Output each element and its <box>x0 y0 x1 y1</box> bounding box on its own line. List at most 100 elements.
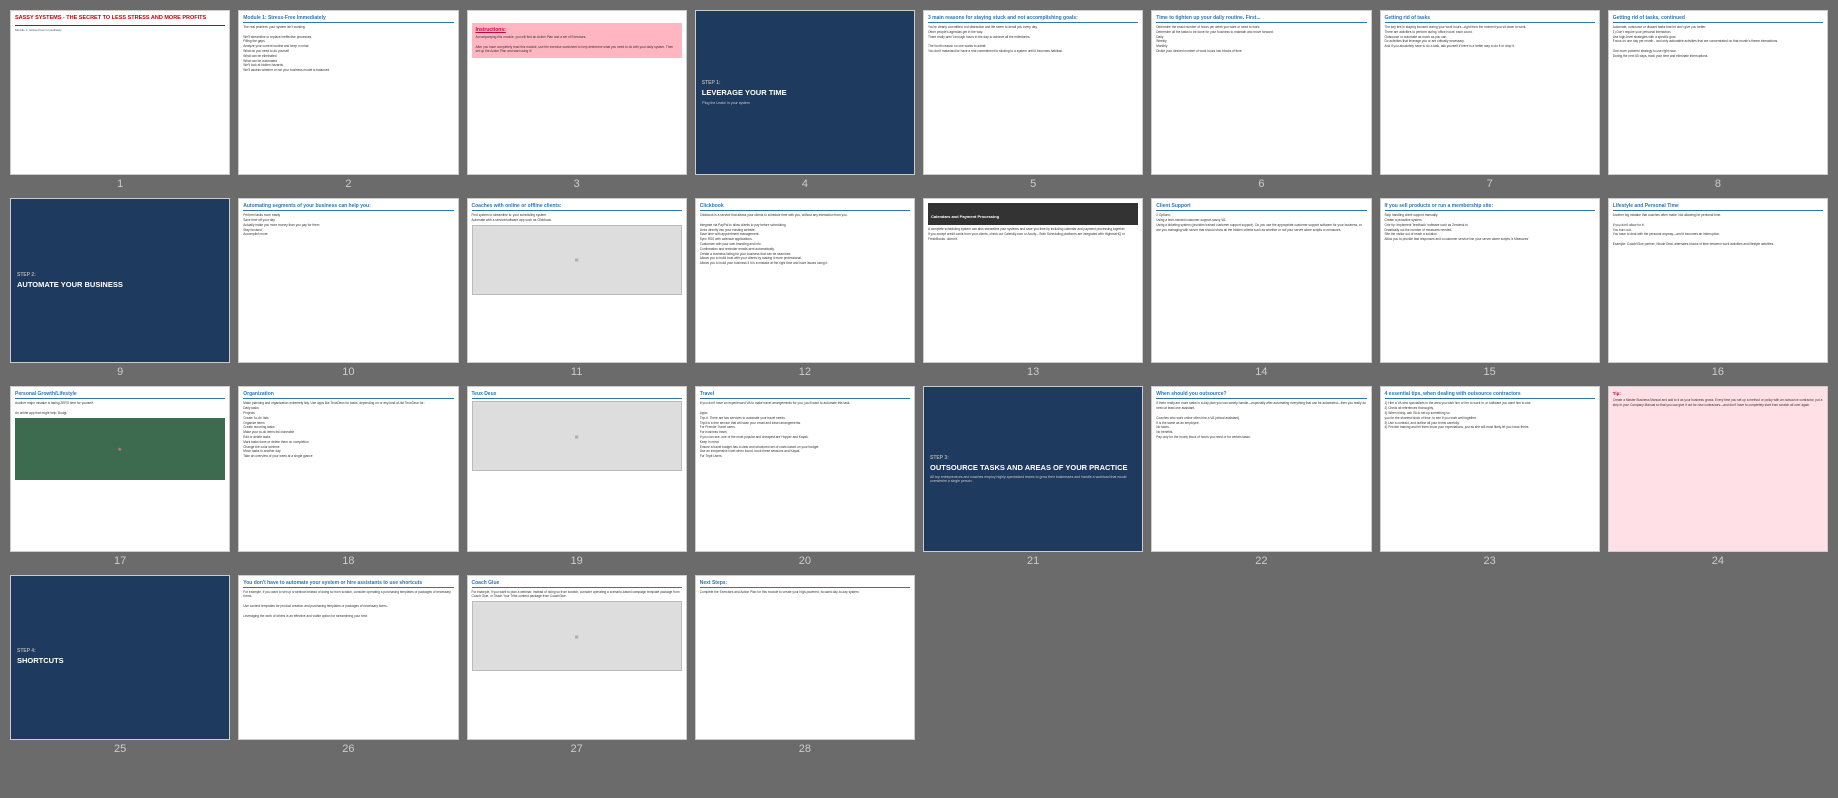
slide-wrapper-14: Client Support 2 Options:Using a tech-mi… <box>1151 198 1371 378</box>
slide-1[interactable]: SASSY SYSTEMS - THE SECRET TO LESS STRES… <box>10 10 230 175</box>
slide-wrapper-25: STEP 4: SHORTCUTS 25 <box>10 575 230 755</box>
slide-wrapper-2: Module 1: Stress-Free Immediately The re… <box>238 10 458 190</box>
slide-title: When should you outsource? <box>1156 391 1366 399</box>
slide-number-3: 3 <box>574 178 580 190</box>
slide-body: You're clearly committed, but distractio… <box>928 25 1138 54</box>
slide-number-15: 15 <box>1484 366 1496 378</box>
slide-wrapper-4: STEP 1: LEVERAGE YOUR TIME 'Plug the Lea… <box>695 10 915 190</box>
slide-title: Lifestyle and Personal Time <box>1613 203 1823 211</box>
slide-19[interactable]: Teux Deux ▦ <box>467 386 687 551</box>
slide-title: Teux Deux <box>472 391 682 399</box>
slide-number-13: 13 <box>1027 366 1039 378</box>
slide-wrapper-6: Time to tighten up your daily routine. F… <box>1151 10 1371 190</box>
slide-number-24: 24 <box>1712 555 1724 567</box>
step-label: STEP 4: <box>17 648 223 654</box>
slide-body: If you don't have an experienced VA to m… <box>700 401 910 459</box>
slide-wrapper-13: Calendars and Payment Processing A compl… <box>923 198 1143 378</box>
slide-title: Coach Glue <box>472 580 682 588</box>
slide-wrapper-7: Getting rid of tasks The key lies in sta… <box>1380 10 1600 190</box>
slide-18[interactable]: Organization Make planning and organizat… <box>238 386 458 551</box>
slide-21[interactable]: STEP 3: OUTSOURCE TASKS AND AREAS OF YOU… <box>923 386 1143 551</box>
slide-number-1: 1 <box>117 178 123 190</box>
slide-wrapper-10: Automating segments of your business can… <box>238 198 458 378</box>
slide-image-placeholder: ▦ <box>472 601 682 671</box>
slide-10[interactable]: Automating segments of your business can… <box>238 198 458 363</box>
slide-20[interactable]: Travel If you don't have an experienced … <box>695 386 915 551</box>
slide-title: Time to tighten up your daily routine. F… <box>1156 15 1366 23</box>
slide-title: 3 main reasons for staying stuck and not… <box>928 15 1138 23</box>
slide-title: 4 essential tips, when dealing with outs… <box>1385 391 1595 399</box>
slide-number-28: 28 <box>799 743 811 755</box>
slide-25[interactable]: STEP 4: SHORTCUTS <box>10 575 230 740</box>
slide-title: Travel <box>700 391 910 399</box>
slide-title: SASSY SYSTEMS - THE SECRET TO LESS STRES… <box>15 15 225 22</box>
slide-number-11: 11 <box>571 366 582 378</box>
slide-title: Getting rid of tasks, continued <box>1613 15 1823 23</box>
slide-title: You don't have to automate your system o… <box>243 580 453 588</box>
slide-6[interactable]: Time to tighten up your daily routine. F… <box>1151 10 1371 175</box>
slide-24[interactable]: Tip: Create a Master Business Manual and… <box>1608 386 1828 551</box>
slide-wrapper-20: Travel If you don't have an experienced … <box>695 386 915 566</box>
slide-number-25: 25 <box>114 743 126 755</box>
slide-title: Coaches with online or offline clients: <box>472 203 682 211</box>
slide-image-placeholder: ▦ <box>472 225 682 295</box>
slide-16[interactable]: Lifestyle and Personal Time Another big … <box>1608 198 1828 363</box>
slide-22[interactable]: When should you outsource? If there real… <box>1151 386 1371 551</box>
slide-body: For example, if you want to plan a webin… <box>472 590 682 600</box>
slide-number-18: 18 <box>342 555 354 567</box>
slide-23[interactable]: 4 essential tips, when dealing with outs… <box>1380 386 1600 551</box>
slide-wrapper-19: Teux Deux ▦ 19 <box>467 386 687 566</box>
slide-wrapper-17: Personal Growth/Lifestyle Another major … <box>10 386 230 566</box>
slide-number-23: 23 <box>1484 555 1496 567</box>
slide-9[interactable]: STEP 2: AUTOMATE YOUR BUSINESS <box>10 198 230 363</box>
slide-wrapper-3: Instructions: Accompanying this module, … <box>467 10 687 190</box>
slide-wrapper-22: When should you outsource? If there real… <box>1151 386 1371 566</box>
slide-2[interactable]: Module 1: Stress-Free Immediately The re… <box>238 10 458 175</box>
slide-wrapper-28: Next Steps: Complete the Exercises and A… <box>695 575 915 755</box>
slide-number-17: 17 <box>114 555 126 567</box>
slide-number-27: 27 <box>571 743 583 755</box>
slide-13[interactable]: Calendars and Payment Processing A compl… <box>923 198 1143 363</box>
slide-body: For example, if you want to set up a web… <box>243 590 453 619</box>
slide-wrapper-24: Tip: Create a Master Business Manual and… <box>1608 386 1828 566</box>
slide-28[interactable]: Next Steps: Complete the Exercises and A… <box>695 575 915 740</box>
slide-4[interactable]: STEP 1: LEVERAGE YOUR TIME 'Plug the Lea… <box>695 10 915 175</box>
slide-number-22: 22 <box>1255 555 1267 567</box>
slide-body: If there really are more tasks in a day … <box>1156 401 1366 439</box>
slide-number-19: 19 <box>571 555 583 567</box>
slide-number-7: 7 <box>1487 178 1493 190</box>
slide-number-6: 6 <box>1258 178 1264 190</box>
slide-5[interactable]: 3 main reasons for staying stuck and not… <box>923 10 1143 175</box>
slide-wrapper-18: Organization Make planning and organizat… <box>238 386 458 566</box>
slide-26[interactable]: You don't have to automate your system o… <box>238 575 458 740</box>
step-title: SHORTCUTS <box>17 656 223 666</box>
slide-27[interactable]: Coach Glue For example, if you want to p… <box>467 575 687 740</box>
step-label: STEP 3: <box>930 455 1136 461</box>
slide-12[interactable]: Clickbook Clickbook is a service that al… <box>695 198 915 363</box>
step-subtitle: All top entrepreneurs and coaches employ… <box>930 475 1136 483</box>
slide-body: 2 Options:Using a tech-minded customer-s… <box>1156 213 1366 232</box>
slide-title: Clickbook <box>700 203 910 211</box>
slide-title: Getting rid of tasks <box>1385 15 1595 23</box>
slide-title: Automating segments of your business can… <box>243 203 453 211</box>
slide-3[interactable]: Instructions: Accompanying this module, … <box>467 10 687 175</box>
slide-title: Client Support <box>1156 203 1366 211</box>
slide-7[interactable]: Getting rid of tasks The key lies in sta… <box>1380 10 1600 175</box>
slide-image-placeholder: ▦ <box>472 401 682 471</box>
slide-body: Another major mistake is taking ZERO tim… <box>15 401 225 415</box>
slide-17[interactable]: Personal Growth/Lifestyle Another major … <box>10 386 230 551</box>
slide-pink-body: Accompanying this module, you will find … <box>476 35 678 54</box>
slide-8[interactable]: Getting rid of tasks, continued Automate… <box>1608 10 1828 175</box>
slide-wrapper-11: Coaches with online or offline clients: … <box>467 198 687 378</box>
slide-number-2: 2 <box>345 178 351 190</box>
slide-number-26: 26 <box>342 743 354 755</box>
slide-dark-header-text: Calendars and Payment Processing <box>931 214 999 219</box>
slide-11[interactable]: Coaches with online or offline clients: … <box>467 198 687 363</box>
slide-14[interactable]: Client Support 2 Options:Using a tech-mi… <box>1151 198 1371 363</box>
slide-number-14: 14 <box>1255 366 1267 378</box>
slide-number-4: 4 <box>802 178 808 190</box>
slide-15[interactable]: If you sell products or run a membership… <box>1380 198 1600 363</box>
slide-wrapper-23: 4 essential tips, when dealing with outs… <box>1380 386 1600 566</box>
slide-body: Complete the Exercises and Action Plan f… <box>700 590 910 595</box>
slide-number-20: 20 <box>799 555 811 567</box>
